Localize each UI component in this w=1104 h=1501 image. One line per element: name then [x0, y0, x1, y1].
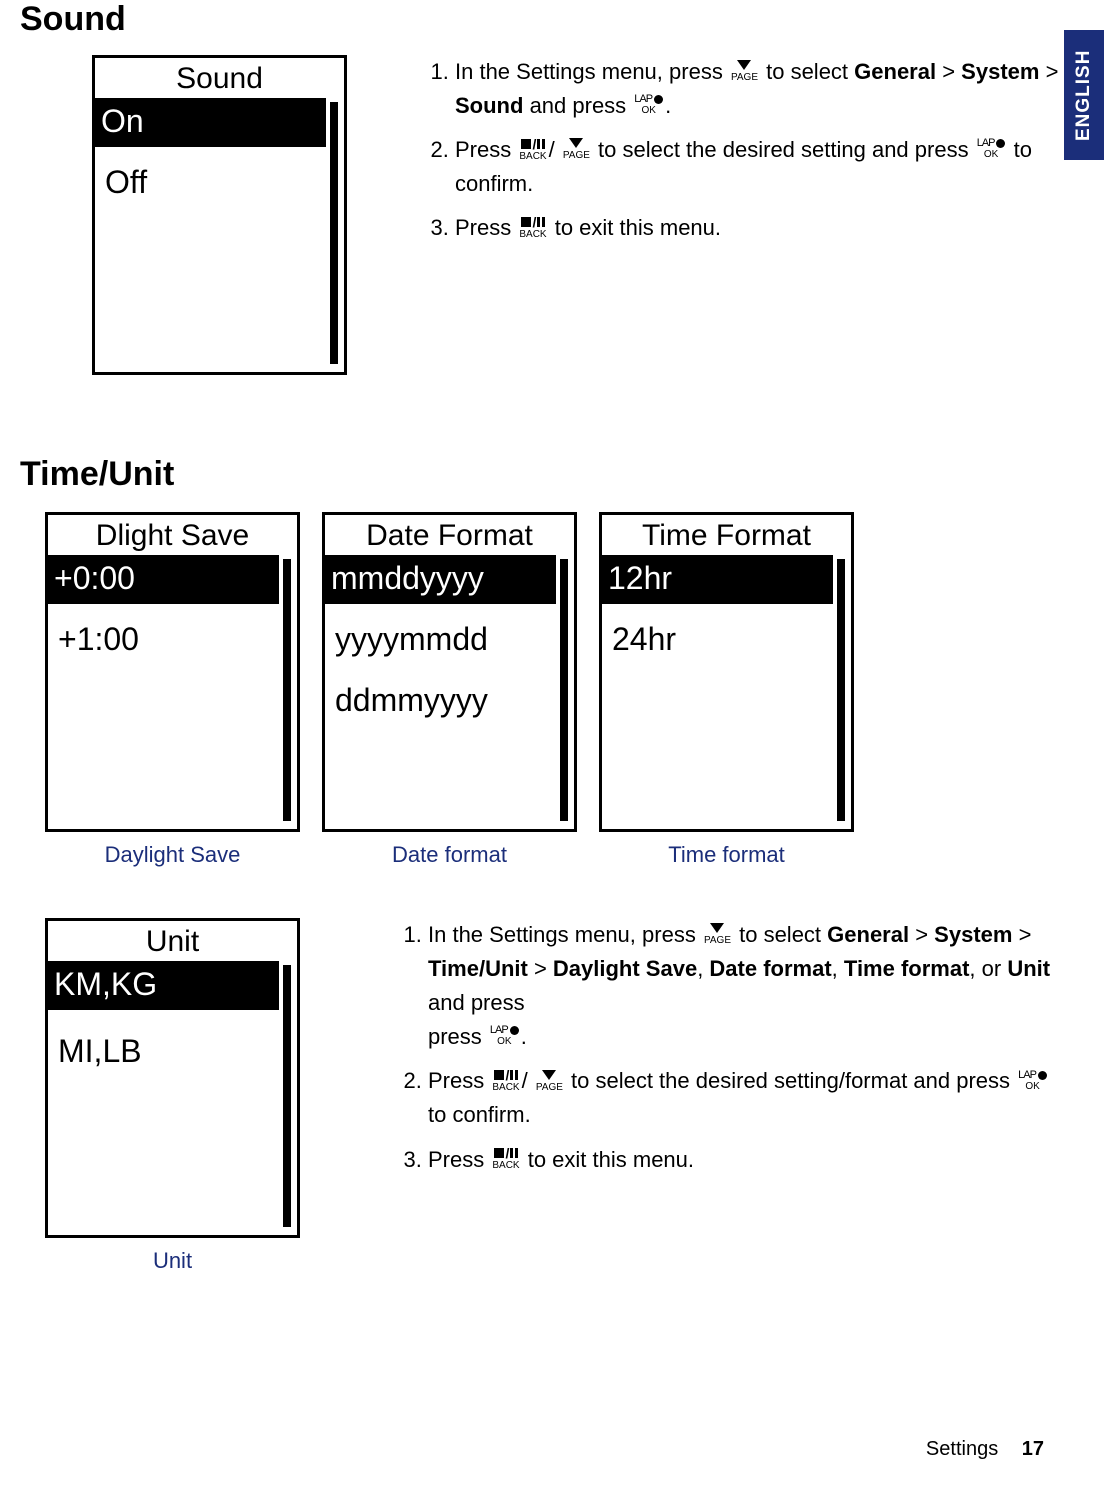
page-footer: Settings 17 [926, 1438, 1044, 1461]
sound-option-on: On [95, 98, 326, 147]
dlight-opt-1: +0:00 [48, 555, 279, 604]
bold: General [854, 59, 936, 84]
back-icon: / BACK [492, 1146, 519, 1171]
footer-section: Settings [926, 1438, 998, 1460]
dlight-screen: Dlight Save +0:00 +1:00 [45, 512, 300, 832]
scrollbar [283, 965, 291, 1227]
timeunit-instructions: In the Settings menu, press PAGE to sele… [400, 918, 1064, 1274]
page-down-icon: PAGE [704, 922, 731, 946]
lap-ok-icon: LAP OK [490, 1025, 519, 1047]
lap-ok-icon: LAP OK [1018, 1070, 1047, 1092]
scrollbar [283, 559, 291, 821]
page-down-icon: PAGE [536, 1069, 563, 1093]
back-icon: / BACK [519, 215, 546, 240]
sound-step-2: Press / BACK / PAGE to select the desire… [455, 133, 1064, 201]
dlight-caption: Daylight Save [105, 842, 241, 868]
time-step-3: Press / BACK to exit this menu. [428, 1143, 1064, 1177]
unit-opt-2: MI,LB [48, 1028, 279, 1077]
timefmt-caption: Time format [668, 842, 785, 868]
sound-screen-title: Sound [95, 58, 344, 98]
text: to select [766, 59, 854, 84]
scrollbar [560, 559, 568, 821]
datefmt-opt-2: yyyymmdd [325, 616, 556, 665]
sound-option-off: Off [95, 159, 326, 208]
datefmt-screen: Date Format mmddyyyy yyyymmdd ddmmyyyy [322, 512, 577, 832]
scrollbar [837, 559, 845, 821]
unit-screen: Unit KM,KG MI,LB [45, 918, 300, 1238]
heading-timeunit: Time/Unit [20, 455, 1064, 494]
text: In the Settings menu, press [455, 59, 729, 84]
page-down-icon: PAGE [563, 137, 590, 161]
timefmt-opt-1: 12hr [602, 555, 833, 604]
sound-step-1: In the Settings menu, press PAGE to sele… [455, 55, 1064, 123]
unit-caption: Unit [153, 1248, 192, 1274]
timefmt-screen: Time Format 12hr 24hr [599, 512, 854, 832]
lap-ok-icon: LAP OK [634, 94, 663, 116]
datefmt-caption: Date format [392, 842, 507, 868]
datefmt-opt-3: ddmmyyyy [325, 677, 556, 726]
unit-title: Unit [48, 921, 297, 961]
footer-page-number: 17 [1022, 1438, 1044, 1460]
lap-ok-icon: LAP OK [977, 138, 1006, 160]
sound-screen: Sound On Off [92, 55, 347, 375]
sound-step-3: Press / BACK to exit this menu. [455, 211, 1064, 245]
timefmt-opt-2: 24hr [602, 616, 833, 665]
language-tab: ENGLISH [1064, 30, 1104, 160]
page-down-icon: PAGE [731, 59, 758, 83]
back-icon: / BACK [492, 1068, 519, 1093]
back-icon: / BACK [519, 137, 546, 162]
time-step-2: Press / BACK / PAGE to select the desire… [428, 1064, 1064, 1132]
unit-opt-1: KM,KG [48, 961, 279, 1010]
datefmt-opt-1: mmddyyyy [325, 555, 556, 604]
dlight-opt-2: +1:00 [48, 616, 279, 665]
heading-sound: Sound [20, 0, 1064, 39]
datefmt-title: Date Format [325, 515, 574, 555]
sound-instructions: In the Settings menu, press PAGE to sele… [427, 55, 1064, 375]
timefmt-title: Time Format [602, 515, 851, 555]
time-step-1: In the Settings menu, press PAGE to sele… [428, 918, 1064, 1054]
scrollbar [330, 102, 338, 364]
dlight-title: Dlight Save [48, 515, 297, 555]
